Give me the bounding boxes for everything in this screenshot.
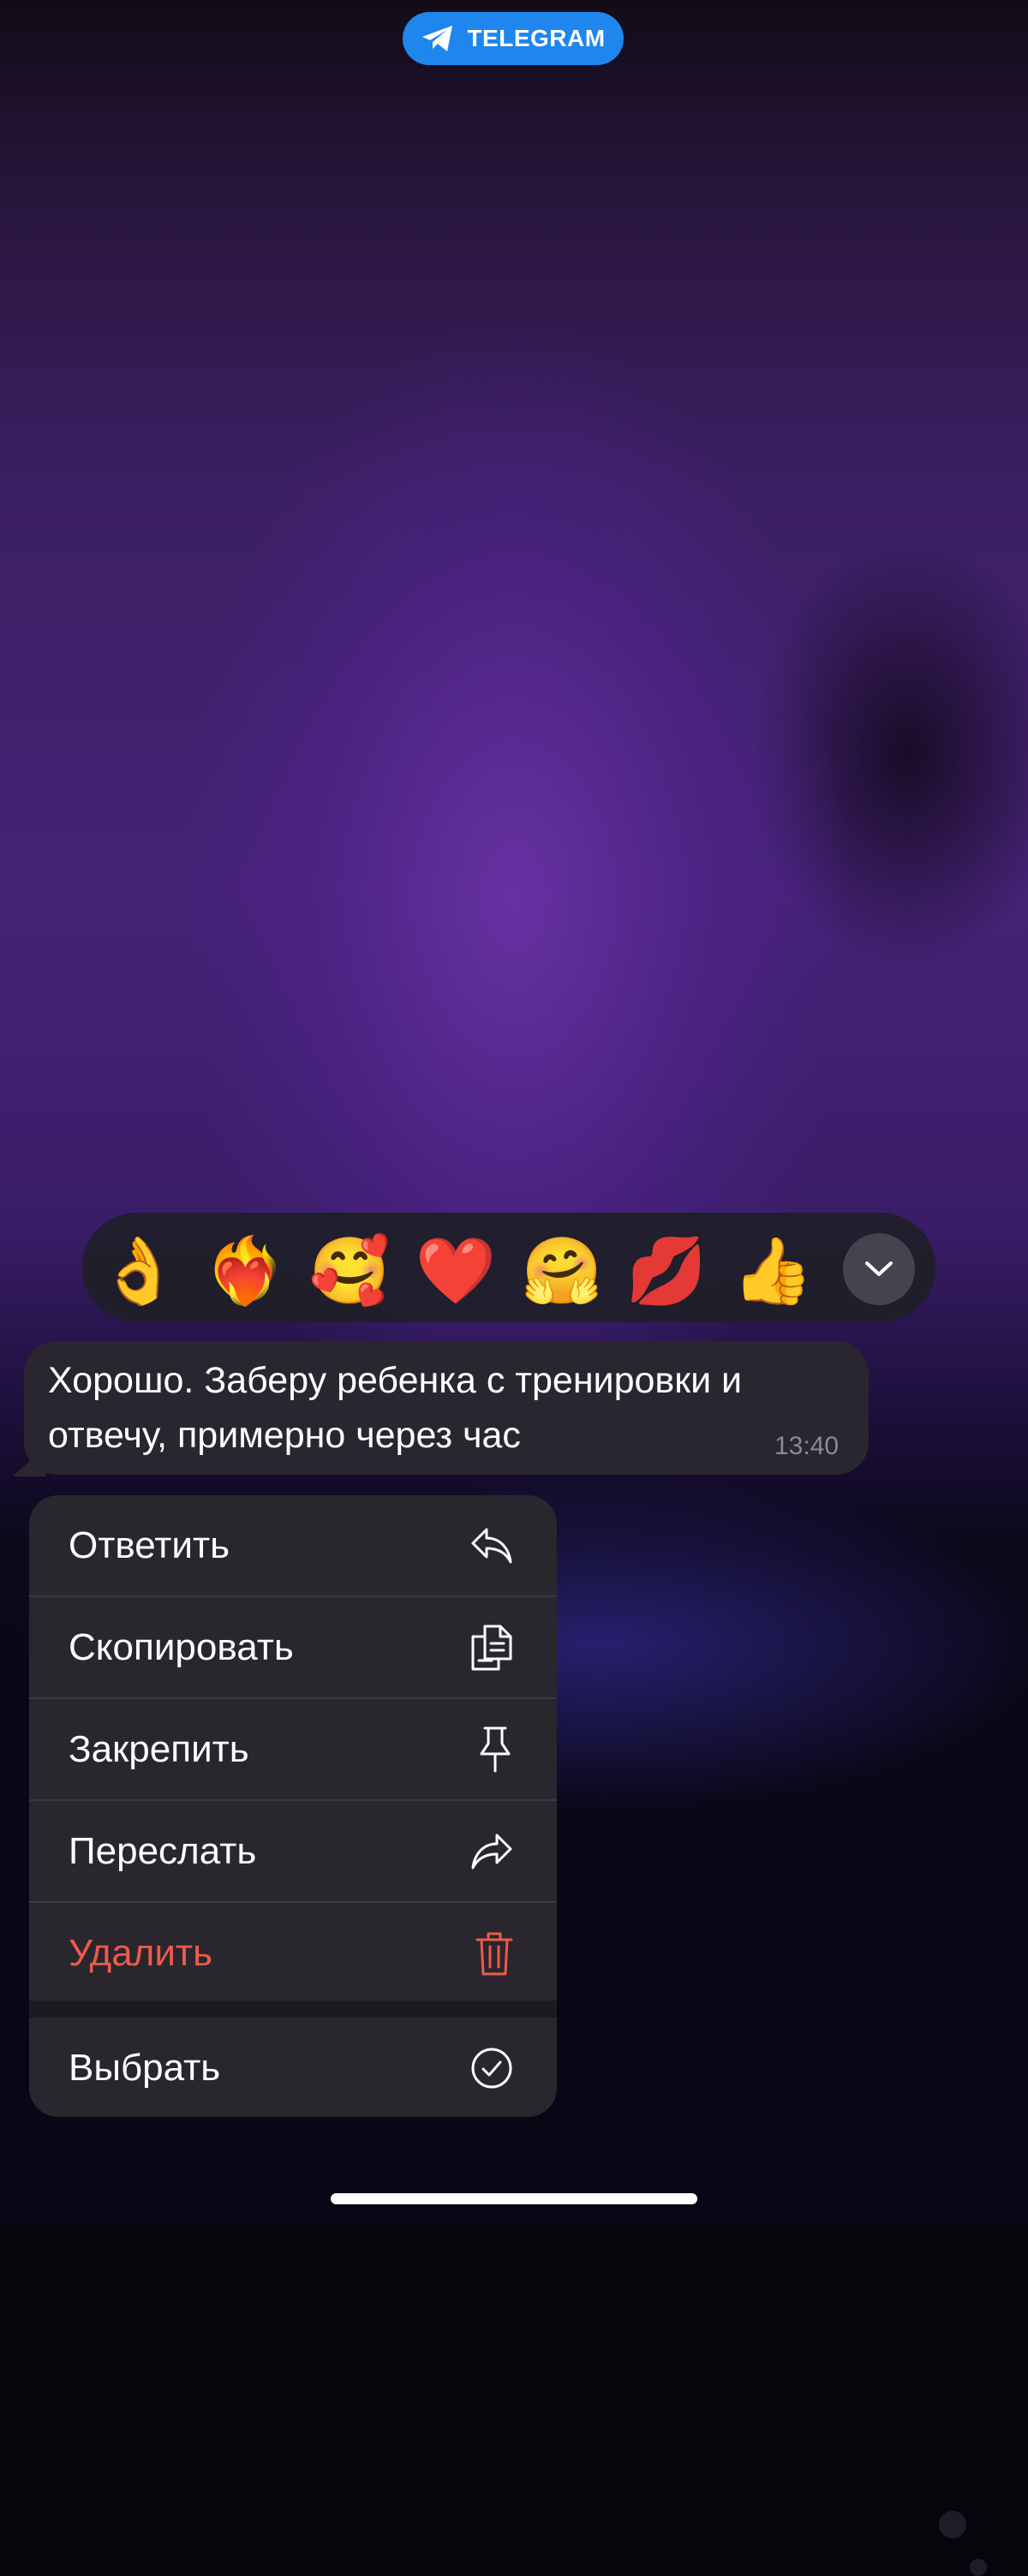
copy-icon bbox=[471, 1625, 512, 1670]
trash-icon bbox=[475, 1932, 513, 1975]
pin-icon bbox=[480, 1726, 511, 1772]
menu-pin-label: Закрепить bbox=[69, 1727, 249, 1770]
telegram-plane-icon bbox=[422, 26, 453, 51]
menu-pin[interactable]: Закрепить bbox=[29, 1699, 557, 1799]
reaction-smiling-face-with-hearts[interactable]: 🥰 bbox=[307, 1228, 392, 1314]
telegram-badge: TELEGRAM bbox=[403, 12, 624, 65]
check-circle-icon bbox=[471, 2048, 512, 2088]
menu-select-label: Выбрать bbox=[69, 2046, 221, 2089]
badge-label: TELEGRAM bbox=[467, 25, 606, 51]
reply-icon bbox=[471, 1528, 512, 1563]
menu-reply-label: Ответить bbox=[69, 1524, 230, 1566]
menu-group-gap bbox=[29, 2001, 557, 2018]
reaction-hugging-face[interactable]: 🤗 bbox=[519, 1228, 605, 1314]
home-indicator[interactable] bbox=[331, 2193, 697, 2204]
reaction-thumbs-up[interactable]: 👍 bbox=[730, 1228, 816, 1314]
reaction-ok-hand[interactable]: 👌 bbox=[96, 1228, 182, 1314]
message-time: 13:40 bbox=[774, 1432, 840, 1460]
menu-copy-label: Скопировать bbox=[69, 1625, 294, 1668]
reaction-kiss-mark[interactable]: 💋 bbox=[624, 1228, 709, 1314]
reaction-red-heart[interactable]: ❤️ bbox=[413, 1228, 499, 1314]
menu-select[interactable]: Выбрать bbox=[29, 2018, 557, 2117]
menu-reply[interactable]: Ответить bbox=[29, 1495, 557, 1595]
forward-icon bbox=[471, 1834, 512, 1869]
menu-copy[interactable]: Скопировать bbox=[29, 1597, 557, 1697]
expand-reactions-button[interactable] bbox=[843, 1233, 915, 1305]
menu-delete-label: Удалить bbox=[69, 1931, 212, 1974]
context-menu: Ответить Скопировать Закрепить Переслать… bbox=[29, 1495, 557, 2117]
menu-forward-label: Переслать bbox=[69, 1829, 257, 1872]
menu-forward[interactable]: Переслать bbox=[29, 1801, 557, 1901]
chevron-down-icon bbox=[865, 1261, 893, 1276]
menu-delete[interactable]: Удалить bbox=[29, 1903, 557, 2003]
message-text: Хорошо. Заберу ребенка с тренировки и от… bbox=[48, 1360, 743, 1456]
reaction-heart-on-fire[interactable]: ❤️‍🔥 bbox=[202, 1228, 288, 1314]
